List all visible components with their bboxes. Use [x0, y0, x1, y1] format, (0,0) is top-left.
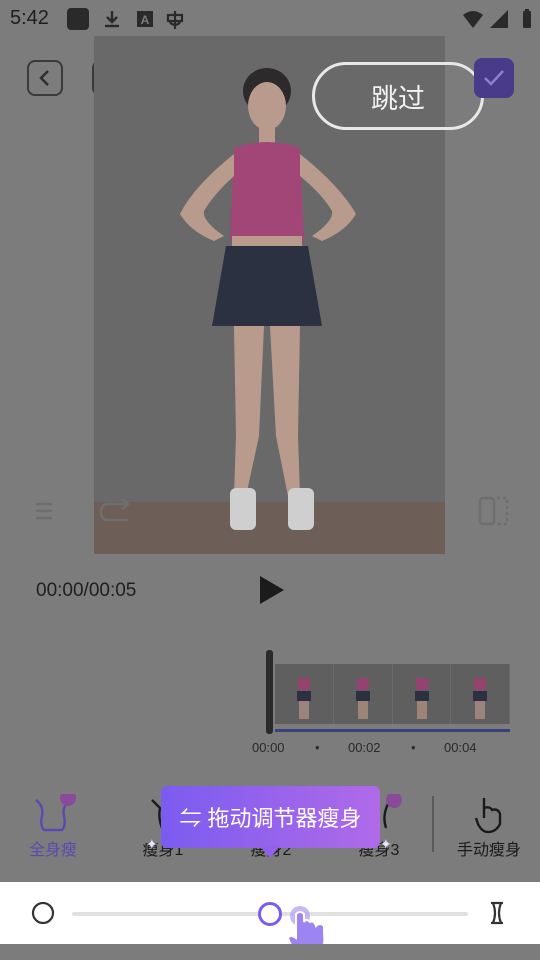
tool-label: 手动瘦身 — [456, 842, 521, 859]
tool-manual-slim[interactable]: 手动瘦身 — [444, 792, 534, 860]
chevron-left-icon — [39, 70, 49, 86]
skip-button[interactable]: 跳过 — [312, 62, 484, 130]
body-slim-icon — [35, 794, 76, 832]
tool-full-body-slim[interactable]: 全身瘦 — [8, 792, 98, 860]
tooltip-arrow — [260, 846, 280, 858]
svg-text:A: A — [141, 13, 150, 27]
text-a-icon: A — [137, 11, 153, 27]
timecode: 00:00/00:05 — [36, 580, 137, 601]
timeline-dot: • — [315, 740, 320, 755]
check-icon — [484, 70, 504, 86]
redo-icon[interactable] — [98, 496, 134, 526]
status-time: 5:42 — [10, 7, 49, 29]
battery-icon — [523, 9, 531, 28]
slim-slider-thumb[interactable] — [258, 902, 282, 926]
hand-pointer-icon — [474, 798, 502, 834]
download-icon — [105, 11, 119, 28]
timeline-frame — [275, 664, 334, 724]
wifi-icon — [463, 11, 483, 28]
timeline-frames[interactable] — [275, 664, 510, 724]
timeline-frame — [333, 664, 393, 724]
tool-label: 全身瘦 — [28, 842, 77, 859]
sparkle-icon: ✦ — [380, 836, 392, 852]
timeline-frame — [451, 664, 510, 724]
timeline-tick: 00:04 — [444, 740, 477, 755]
timeline-tick: 00:00 — [252, 740, 285, 755]
back-button[interactable] — [27, 60, 63, 96]
wide-body-icon — [31, 901, 55, 925]
confirm-button[interactable] — [474, 58, 514, 98]
sparkle-icon: ✦ — [146, 836, 158, 852]
undo-icon[interactable] — [30, 496, 60, 526]
drag-hint-tooltip: ⇋ 拖动调节器瘦身 — [161, 786, 380, 848]
timeline-frame — [392, 664, 452, 724]
timeline-progress — [275, 729, 510, 732]
playhead[interactable] — [266, 650, 273, 734]
timeline-dot: • — [411, 740, 416, 755]
play-icon[interactable] — [256, 574, 286, 606]
tooltip-text: ⇋ 拖动调节器瘦身 — [179, 806, 362, 831]
status-bar: 5:42 A — [0, 0, 540, 36]
signal-icon — [490, 10, 508, 28]
bug-icon — [166, 11, 184, 29]
nav-bar — [0, 944, 540, 960]
tool-divider — [432, 796, 434, 852]
timeline-tick: 00:02 — [348, 740, 381, 755]
slider-panel — [0, 882, 540, 955]
narrow-body-icon — [491, 901, 503, 925]
app-notification-icon — [67, 8, 89, 30]
compare-icon[interactable] — [477, 494, 513, 528]
